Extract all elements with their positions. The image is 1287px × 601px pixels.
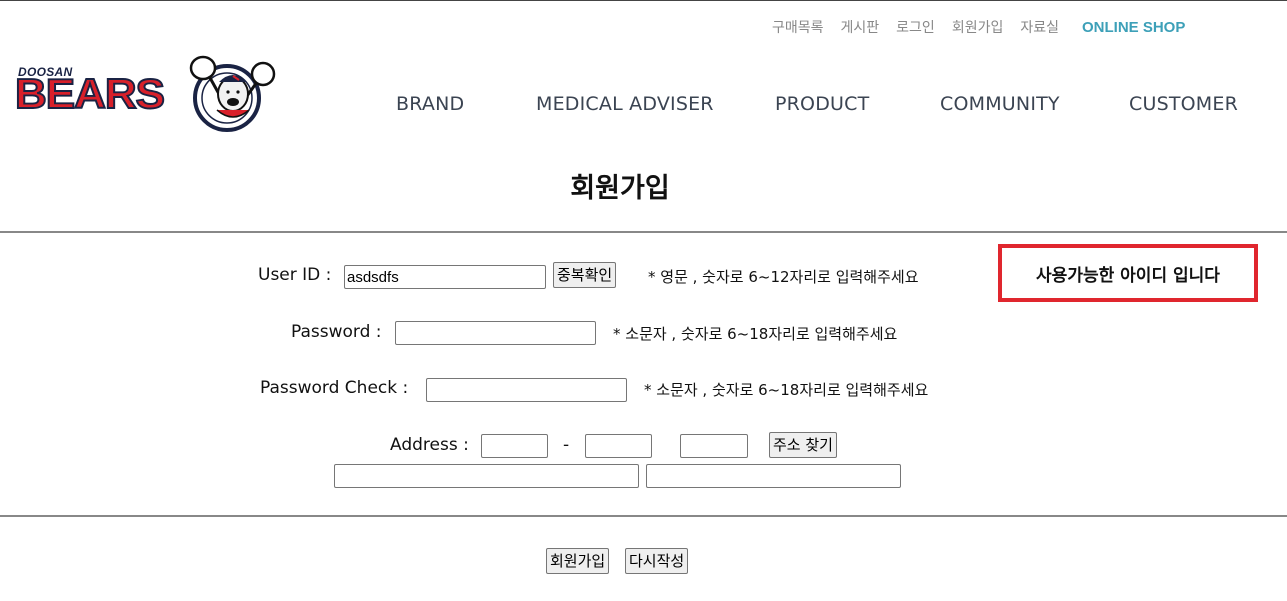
zipcode-input-3[interactable] (680, 434, 748, 458)
submit-signup-button[interactable]: 회원가입 (546, 548, 610, 574)
nav-product[interactable]: PRODUCT (775, 93, 869, 115)
zipcode-input-2[interactable] (585, 434, 652, 458)
address-line-1-input[interactable] (334, 464, 639, 488)
reset-form-button[interactable]: 다시작성 (625, 548, 689, 574)
zipcode-input-1[interactable] (481, 434, 548, 458)
userid-hint: * 영문 , 숫자로 6~12자리로 입력해주세요 (648, 268, 919, 286)
password-label: Password : (291, 322, 382, 342)
util-link-login[interactable]: 로그인 (896, 17, 935, 37)
password-hint: * 소문자 , 숫자로 6~18자리로 입력해주세요 (613, 325, 898, 343)
page-title: 회원가입 (570, 173, 670, 204)
address-search-button[interactable]: 주소 찾기 (769, 432, 837, 458)
nav-community[interactable]: COMMUNITY (940, 93, 1060, 115)
divider-top (0, 231, 1287, 233)
nav-medical-adviser[interactable]: MEDICAL ADVISER (536, 93, 714, 115)
nav-brand[interactable]: BRAND (396, 93, 464, 115)
availability-message-text: 사용가능한 아이디 입니다 (1036, 265, 1220, 286)
util-link-board[interactable]: 게시판 (841, 17, 880, 37)
password-check-label: Password Check : (260, 378, 409, 398)
address-line-2-input[interactable] (646, 464, 901, 488)
top-border (0, 0, 1287, 1)
userid-label: User ID : (258, 265, 332, 285)
util-link-archive[interactable]: 자료실 (1020, 17, 1059, 37)
password-check-input[interactable] (426, 378, 627, 402)
password-input[interactable] (395, 321, 596, 345)
address-label: Address : (390, 435, 469, 455)
main-nav: BRAND MEDICAL ADVISER PRODUCT COMMUNITY … (0, 93, 1287, 121)
online-shop-link[interactable]: ONLINE SHOP (1082, 19, 1185, 36)
util-link-signup[interactable]: 회원가입 (952, 17, 1004, 37)
address-dash: - (563, 435, 570, 455)
divider-bottom (0, 515, 1287, 517)
password-check-hint: * 소문자 , 숫자로 6~18자리로 입력해주세요 (644, 381, 929, 399)
userid-input[interactable] (344, 265, 546, 289)
check-duplicate-button[interactable]: 중복확인 (553, 262, 617, 288)
availability-message: 사용가능한 아이디 입니다 (998, 244, 1258, 302)
utility-nav: 구매목록 게시판 로그인 회원가입 자료실 ONLINE SHOP (772, 17, 1185, 37)
nav-customer[interactable]: CUSTOMER (1129, 93, 1238, 115)
util-link-purchases[interactable]: 구매목록 (772, 17, 824, 37)
